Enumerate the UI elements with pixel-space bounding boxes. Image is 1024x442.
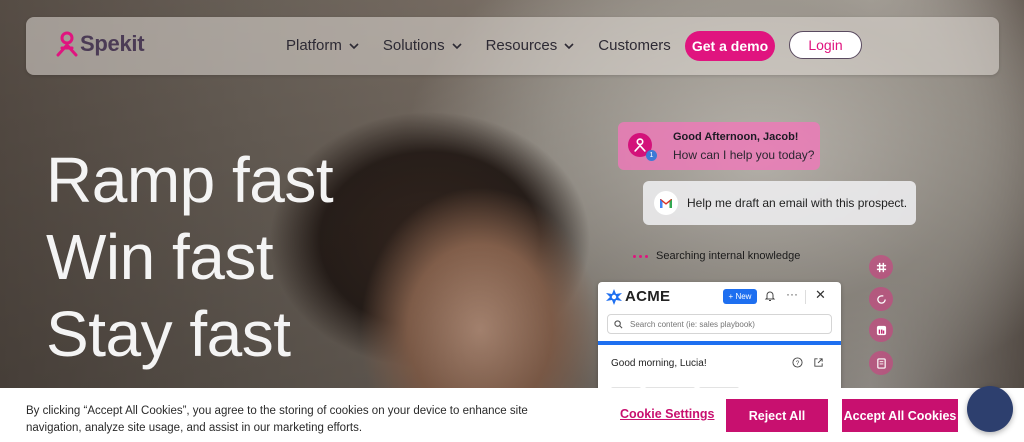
external-link-icon[interactable]	[813, 357, 824, 368]
hero-headline: Ramp fast Win fast Stay fast	[46, 142, 334, 373]
new-button[interactable]: + New	[723, 289, 757, 304]
acme-name: ACME	[625, 288, 671, 305]
cookie-consent-text: By clicking “Accept All Cookies”, you ag…	[26, 403, 546, 437]
side-app-icon-4[interactable]	[869, 351, 893, 375]
document-icon	[876, 357, 886, 369]
chat-launcher-button[interactable]	[967, 386, 1013, 432]
get-demo-button[interactable]: Get a demo	[685, 31, 775, 61]
cookie-consent-banner: By clicking “Accept All Cookies”, you ag…	[0, 388, 1024, 442]
cookie-settings-link[interactable]: Cookie Settings	[620, 407, 714, 421]
user-prompt-bubble: Help me draft an email with this prospec…	[643, 181, 916, 225]
search-icon	[614, 319, 623, 328]
accept-all-cookies-button[interactable]: Accept All Cookies	[842, 399, 958, 432]
chevron-down-icon	[349, 42, 359, 49]
headline-line-3: Stay fast	[46, 298, 291, 370]
bell-icon[interactable]	[764, 290, 776, 302]
loading-dots-icon	[633, 254, 648, 258]
reject-all-button[interactable]: Reject All	[726, 399, 828, 432]
cookie-text-line-2: navigation, analyze site usage, and assi…	[26, 422, 363, 434]
gmail-icon	[654, 191, 678, 215]
user-prompt-text: Help me draft an email with this prospec…	[687, 196, 908, 210]
linkedin-icon	[876, 325, 886, 335]
headline-line-2: Win fast	[46, 221, 274, 293]
brand-name: Spekit	[80, 31, 145, 56]
help-icon[interactable]: ?	[792, 357, 803, 368]
side-app-icon-1[interactable]	[869, 255, 893, 279]
greeting-title: Good Afternoon, Jacob!	[673, 131, 799, 143]
assistant-avatar: 1	[628, 133, 657, 161]
menu-solutions-label: Solutions	[382, 37, 445, 54]
login-button[interactable]: Login	[789, 31, 862, 59]
spekit-logo-icon	[56, 31, 78, 57]
cookie-text-line-1: By clicking “Accept All Cookies”, you ag…	[26, 405, 528, 417]
acme-star-icon	[606, 288, 622, 305]
svg-text:?: ?	[796, 360, 800, 367]
headline-line-1: Ramp fast	[46, 144, 334, 216]
menu-resources[interactable]: Resources	[486, 37, 575, 54]
top-navbar: Spekit Platform Solutions Resources Cust…	[26, 17, 999, 75]
menu-customers-label: Customers	[598, 37, 671, 54]
slack-icon	[876, 262, 886, 272]
greeting-subtitle: How can I help you today?	[673, 148, 815, 162]
side-app-icon-3[interactable]	[869, 318, 893, 342]
close-button[interactable]: ✕	[815, 287, 826, 303]
panel-greeting: Good morning, Lucia!	[611, 358, 707, 369]
side-app-icon-2[interactable]	[869, 287, 893, 311]
spekit-logo-icon	[634, 138, 646, 152]
menu-solutions[interactable]: Solutions	[383, 37, 462, 54]
header-divider	[805, 290, 806, 304]
panel-accent-bar	[598, 341, 841, 345]
chevron-down-icon	[452, 42, 462, 49]
panel-search-input[interactable]	[628, 318, 822, 330]
menu-resources-label: Resources	[485, 37, 558, 54]
assistant-greeting-bubble: 1 Good Afternoon, Jacob! How can I help …	[618, 122, 820, 170]
search-status: Searching internal knowledge	[633, 250, 800, 262]
refresh-icon	[876, 294, 886, 304]
menu-platform[interactable]: Platform	[286, 37, 359, 54]
more-options-button[interactable]: ···	[786, 287, 798, 301]
menu-customers[interactable]: Customers	[598, 37, 671, 54]
panel-search-field[interactable]	[607, 314, 832, 334]
main-menu: Platform Solutions Resources Customers	[286, 37, 695, 54]
brand-logo[interactable]: Spekit	[56, 31, 145, 57]
search-status-text: Searching internal knowledge	[656, 250, 801, 262]
menu-platform-label: Platform	[286, 37, 342, 54]
notification-badge: 1	[646, 150, 657, 161]
acme-logo: ACME	[606, 288, 670, 305]
chevron-down-icon	[564, 42, 574, 49]
